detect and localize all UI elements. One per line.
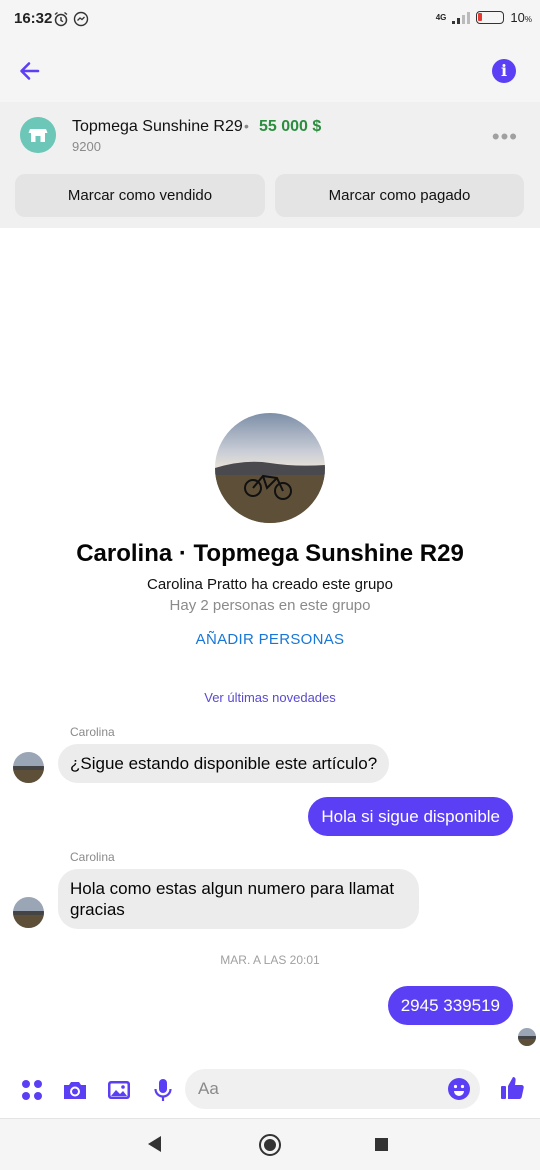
network-type: 4G <box>435 12 447 22</box>
system-navigation-bar <box>0 1118 540 1170</box>
group-avatar[interactable] <box>215 413 325 523</box>
message-bubble-outgoing[interactable]: 2945 339519 <box>387 986 513 1025</box>
listing-subtitle: 9200 <box>72 139 101 154</box>
avatar[interactable] <box>13 897 44 928</box>
message-bubble-incoming[interactable]: Hola como estas algun numero para llamat… <box>58 869 419 929</box>
nav-recents-icon[interactable] <box>375 1138 388 1151</box>
latest-news-link[interactable]: Ver últimas novedades <box>0 690 540 705</box>
seen-avatar <box>518 1028 536 1046</box>
microphone-icon[interactable] <box>149 1076 177 1104</box>
battery-icon <box>476 11 505 24</box>
arrow-left-icon[interactable] <box>14 54 48 88</box>
message-bubble-incoming[interactable]: ¿Sigue estando disponible este artículo? <box>58 744 390 783</box>
message-bubble-outgoing[interactable]: Hola si sigue disponible <box>308 797 513 836</box>
status-right: 4G 10% <box>436 10 532 25</box>
listing-separator: • <box>244 118 249 134</box>
message-timestamp: MAR. A LAS 20:01 <box>220 953 320 967</box>
gallery-icon[interactable] <box>105 1076 133 1104</box>
nav-back-icon[interactable] <box>148 1136 161 1152</box>
avatar[interactable] <box>13 752 44 783</box>
thumbs-up-icon[interactable] <box>498 1074 526 1102</box>
sender-name: Carolina <box>70 850 115 864</box>
apps-icon[interactable] <box>18 1076 46 1104</box>
message-composer <box>0 1062 540 1118</box>
mark-sold-button[interactable]: Marcar como vendido <box>15 174 265 217</box>
listing-price: 55 000 $ <box>259 118 322 135</box>
messenger-icon <box>73 11 89 27</box>
message-input-container[interactable] <box>185 1069 480 1109</box>
messenger-app: 16:32 4G 10% i Topmega Sunshine R29 • 55… <box>0 0 540 1170</box>
message-input[interactable] <box>198 1069 438 1109</box>
signal-icon <box>452 11 471 24</box>
alarm-icon <box>54 11 68 27</box>
status-time: 16:32 <box>14 10 53 27</box>
chat-header: i <box>0 40 540 102</box>
add-people-button[interactable]: AÑADIR PERSONAS <box>0 631 540 648</box>
info-icon[interactable]: i <box>492 59 516 83</box>
mark-paid-button[interactable]: Marcar como pagado <box>275 174 524 217</box>
group-member-count: Hay 2 personas en este grupo <box>169 597 371 614</box>
group-title: Carolina · Topmega Sunshine R29 <box>76 540 464 567</box>
group-created-text: Carolina Pratto ha creado este grupo <box>147 576 393 593</box>
camera-icon[interactable] <box>61 1076 89 1104</box>
sender-name: Carolina <box>70 725 115 739</box>
nav-home-icon[interactable] <box>259 1134 281 1156</box>
listing-title: Topmega Sunshine R29 <box>72 118 243 135</box>
battery-level: 10% <box>510 10 532 25</box>
more-options-icon[interactable]: ••• <box>492 124 518 150</box>
shop-icon <box>20 117 56 153</box>
marketplace-listing[interactable]: Topmega Sunshine R29 • 55 000 $ 9200 •••… <box>0 102 540 228</box>
status-bar: 16:32 4G 10% <box>0 0 540 40</box>
emoji-icon[interactable] <box>448 1078 470 1100</box>
